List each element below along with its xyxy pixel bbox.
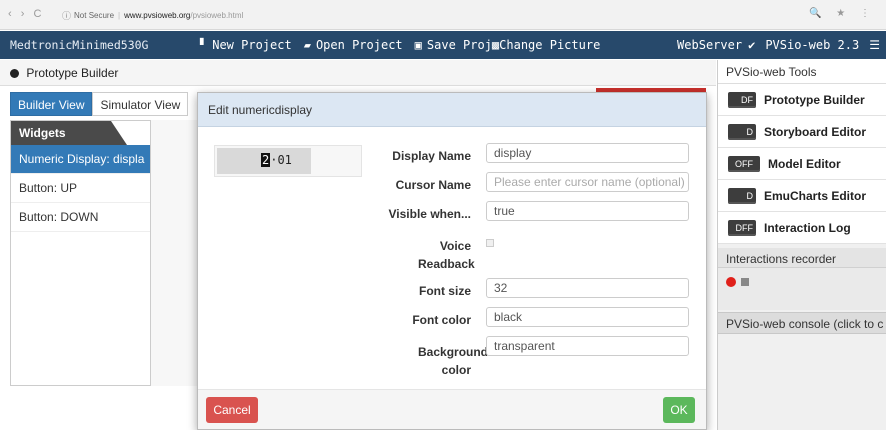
visible-when-row: Visible when... true <box>368 201 698 223</box>
tool-prototype-builder[interactable]: DF Prototype Builder <box>718 84 886 116</box>
address-separator: | <box>118 10 121 20</box>
font-color-input[interactable]: black <box>486 307 689 327</box>
browser-chrome: ‹ › C ⓘ Not Secure | www.pvsioweb.org /p… <box>0 0 886 30</box>
font-color-row: Font color black <box>368 307 698 329</box>
version-label: PVSio-web 2.3 <box>765 38 860 52</box>
interactions-recorder <box>718 268 886 310</box>
visible-when-label: Visible when... <box>388 207 471 221</box>
widget-item[interactable]: Numeric Display: displa <box>11 145 150 174</box>
tool-label: Storyboard Editor <box>764 124 867 139</box>
tools-title: PVSio-web Tools <box>718 60 886 84</box>
tool-model-editor[interactable]: OFF Model Editor <box>718 148 886 180</box>
collapse-circle-icon <box>10 69 19 78</box>
check-icon: ✔ <box>748 38 756 52</box>
cancel-button[interactable]: Cancel <box>206 397 258 423</box>
toggle-icon: D <box>728 123 756 140</box>
browser-nav-buttons[interactable]: ‹ › C <box>8 8 44 20</box>
change-picture-label: Change Picture <box>499 38 601 52</box>
stop-icon[interactable] <box>741 277 750 286</box>
toggle-icon: OFF <box>728 155 760 172</box>
widget-item[interactable]: Button: UP <box>11 174 150 203</box>
toggle-icon: D <box>728 187 756 204</box>
display-preview: 2·01 <box>214 145 362 177</box>
hamburger-menu-icon[interactable]: ☰ <box>869 38 880 52</box>
topbar-menu: ▘ New Project ▰ Open Project ▣ Save Proj… <box>200 31 612 59</box>
address-bar[interactable]: ⓘ Not Secure | www.pvsioweb.org /pvsiowe… <box>62 6 842 24</box>
url-path: /pvsioweb.html <box>190 10 244 20</box>
prototype-builder-title: Prototype Builder <box>26 66 119 80</box>
picture-icon: ▩ <box>491 38 500 52</box>
background-color-row: Background color transparent <box>368 336 698 379</box>
console-header[interactable]: PVSio-web console (click to c <box>718 312 886 334</box>
voice-readback-label: Voice Readback <box>418 239 475 271</box>
builder-canvas <box>150 120 198 386</box>
info-icon: ⓘ <box>62 10 72 21</box>
voice-readback-checkbox[interactable] <box>486 239 494 247</box>
change-picture-button[interactable]: ▩ Change Picture <box>492 38 600 52</box>
open-project-button[interactable]: ▰ Open Project <box>304 38 403 52</box>
tab-builder-view[interactable]: Builder View <box>10 92 93 116</box>
browser-action-icons[interactable]: 🔍 ★ ⋮ <box>809 8 876 19</box>
save-project-label: Save Proj <box>426 38 492 52</box>
ok-button[interactable]: OK <box>663 397 695 423</box>
widgets-title: Widgets <box>11 121 127 145</box>
preview-digits: ·01 <box>270 153 292 167</box>
widget-item[interactable]: Button: DOWN <box>11 203 150 232</box>
display-name-row: Display Name display <box>368 143 698 165</box>
font-size-row: Font size 32 <box>368 278 698 300</box>
edit-widget-dialog: Edit numericdisplay 2·01 Display Name di… <box>197 92 707 430</box>
tool-label: Interaction Log <box>764 220 851 235</box>
view-tabs: Builder View Simulator View <box>10 92 189 116</box>
new-project-button[interactable]: ▘ New Project <box>200 38 292 52</box>
background-color-input[interactable]: transparent <box>486 336 689 356</box>
cursor-name-input[interactable]: Please enter cursor name (optional) <box>486 172 689 192</box>
font-size-label: Font size <box>418 284 471 298</box>
tools-panel: PVSio-web Tools DF Prototype Builder D S… <box>717 60 886 430</box>
voice-readback-row: Voice Readback <box>368 233 698 273</box>
topbar-right: WebServer ✔ PVSio-web 2.3 ☰ <box>667 31 880 59</box>
widgets-list: Widgets Numeric Display: displa Button: … <box>10 120 150 386</box>
visible-when-input[interactable]: true <box>486 201 689 221</box>
open-project-label: Open Project <box>315 38 403 52</box>
save-project-button[interactable]: ▣ Save Proj <box>415 38 492 52</box>
file-icon: ▘ <box>200 38 208 52</box>
prototype-builder-header[interactable]: Prototype Builder <box>0 60 716 86</box>
font-color-label: Font color <box>412 313 471 327</box>
background-color-label: Background color <box>418 345 489 377</box>
tool-label: EmuCharts Editor <box>764 188 867 203</box>
cursor-name-label: Cursor Name <box>395 178 471 192</box>
cursor-name-row: Cursor Name Please enter cursor name (op… <box>368 172 698 194</box>
url-host: www.pvsioweb.org <box>124 10 191 20</box>
tool-label: Model Editor <box>768 156 841 171</box>
tool-emucharts-editor[interactable]: D EmuCharts Editor <box>718 180 886 212</box>
dialog-footer: Cancel OK <box>198 389 706 429</box>
interactions-recorder-header: Interactions recorder <box>718 248 886 268</box>
save-icon: ▣ <box>414 38 422 52</box>
app-topbar: MedtronicMinimed530G ▘ New Project ▰ Ope… <box>0 31 886 59</box>
webserver-status[interactable]: WebServer <box>677 38 742 52</box>
display-name-input[interactable]: display <box>486 143 689 163</box>
tool-storyboard-editor[interactable]: D Storyboard Editor <box>718 116 886 148</box>
display-name-label: Display Name <box>392 149 471 163</box>
record-icon[interactable] <box>726 276 736 287</box>
toggle-icon: DF <box>728 91 756 108</box>
preview-screen: 2·01 <box>217 148 311 174</box>
tab-simulator-view[interactable]: Simulator View <box>92 92 189 116</box>
tool-label: Prototype Builder <box>764 92 865 107</box>
project-name: MedtronicMinimed530G <box>10 38 149 52</box>
dialog-title: Edit numericdisplay <box>198 93 706 127</box>
security-label: Not Secure <box>74 10 115 20</box>
new-project-label: New Project <box>212 38 292 52</box>
folder-open-icon: ▰ <box>303 38 311 52</box>
preview-cursor-digit: 2 <box>261 153 271 167</box>
toggle-icon: DFF <box>728 219 756 236</box>
font-size-input[interactable]: 32 <box>486 278 689 298</box>
tool-interaction-log[interactable]: DFF Interaction Log <box>718 212 886 244</box>
